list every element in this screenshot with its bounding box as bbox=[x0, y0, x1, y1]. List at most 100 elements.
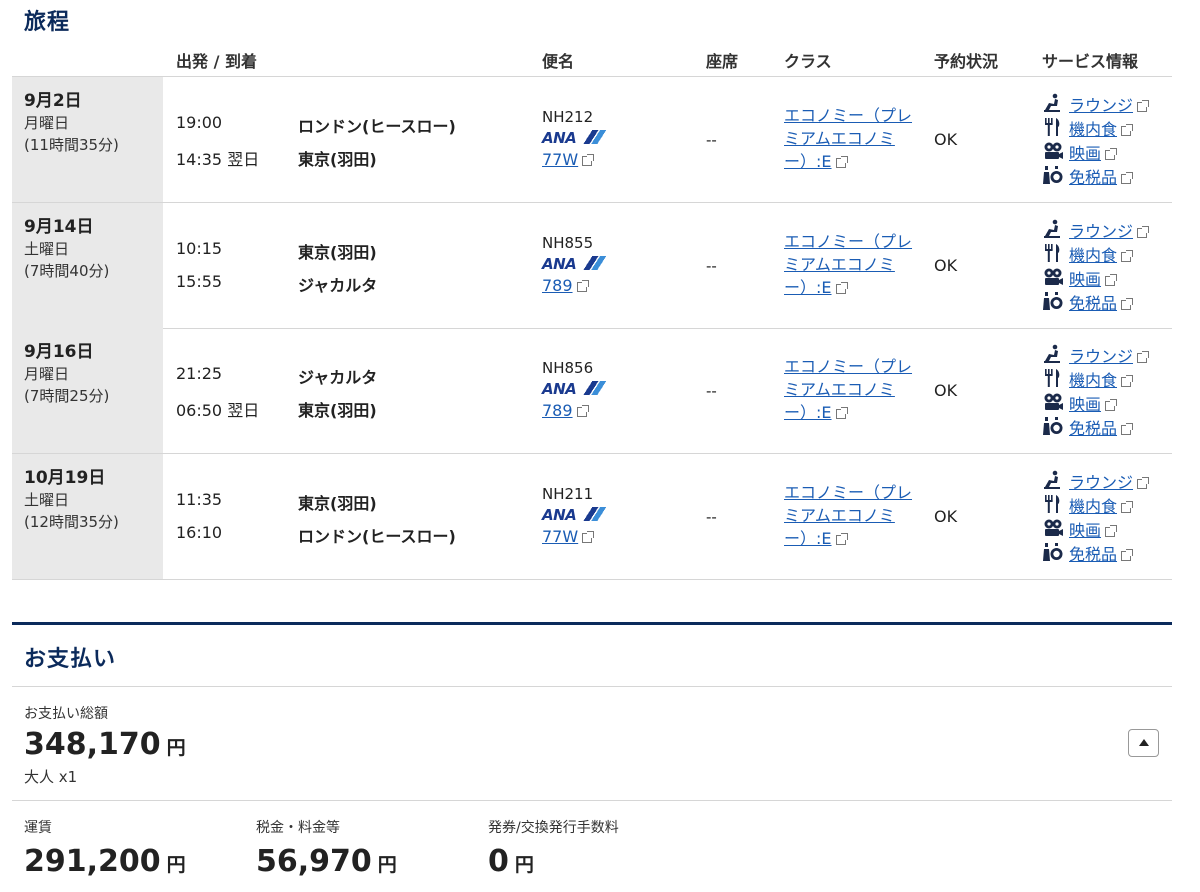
aircraft-type[interactable]: 77W bbox=[542, 150, 578, 169]
class-line-1[interactable]: エコノミー（プレ bbox=[784, 230, 912, 253]
class-line-3[interactable]: ー）:E bbox=[784, 152, 832, 171]
seat-value: -- bbox=[706, 508, 717, 526]
flight-number: NH855 bbox=[542, 234, 594, 252]
aircraft-type[interactable]: 77W bbox=[542, 527, 578, 546]
service-link[interactable]: 免税品 bbox=[1069, 294, 1117, 313]
class-line-1[interactable]: エコノミー（プレ bbox=[784, 104, 912, 127]
service-item[interactable]: ラウンジ bbox=[1042, 343, 1150, 367]
class-link[interactable]: エコノミー（プレ ミアムエコノミー）:E bbox=[784, 230, 934, 299]
external-link-icon bbox=[1121, 549, 1134, 561]
class-line-2[interactable]: ミアムエコノミ bbox=[784, 504, 895, 527]
service-link[interactable]: 免税品 bbox=[1069, 545, 1117, 564]
service-link[interactable]: 映画 bbox=[1069, 270, 1101, 289]
service-item[interactable]: 機内食 bbox=[1042, 242, 1147, 266]
service-link[interactable]: 映画 bbox=[1069, 521, 1101, 540]
service-item[interactable]: 免税品 bbox=[1042, 415, 1147, 439]
external-link-icon bbox=[1105, 274, 1118, 286]
service-link[interactable]: ラウンジ bbox=[1069, 222, 1133, 241]
meal-icon bbox=[1042, 494, 1064, 514]
service-item[interactable]: ラウンジ bbox=[1042, 218, 1150, 242]
fee-currency: 円 bbox=[514, 854, 534, 876]
departure-time: 19:00 bbox=[176, 113, 223, 132]
class-line-3[interactable]: ー）:E bbox=[784, 278, 832, 297]
external-link-icon bbox=[835, 156, 848, 168]
lounge-icon bbox=[1042, 93, 1064, 113]
service-item[interactable]: ラウンジ bbox=[1042, 469, 1150, 493]
header-service: サービス情報 bbox=[1042, 52, 1139, 71]
flight-weekday: 月曜日 bbox=[24, 114, 70, 132]
external-link-icon bbox=[1121, 172, 1134, 184]
service-link[interactable]: 映画 bbox=[1069, 144, 1101, 163]
date-cell: 9月14日 土曜日 (7時間40分) bbox=[12, 203, 163, 328]
class-line-3-wrap[interactable]: ー）:E bbox=[784, 401, 848, 424]
service-item[interactable]: 機内食 bbox=[1042, 367, 1147, 391]
service-item[interactable]: 映画 bbox=[1042, 517, 1147, 541]
flight-duration: (11時間35分) bbox=[24, 136, 119, 154]
movie-icon bbox=[1042, 518, 1064, 538]
movie-icon bbox=[1042, 141, 1064, 161]
fee-label: 発券/交換発行手数料 bbox=[488, 820, 619, 836]
external-link-icon bbox=[1121, 423, 1134, 435]
service-item[interactable]: 映画 bbox=[1042, 391, 1147, 415]
class-link[interactable]: エコノミー（プレ ミアムエコノミー）:E bbox=[784, 104, 934, 173]
movie-icon bbox=[1042, 392, 1064, 412]
class-line-3[interactable]: ー）:E bbox=[784, 403, 832, 422]
service-item[interactable]: 映画 bbox=[1042, 266, 1147, 290]
passenger-count: 大人 x1 bbox=[24, 768, 78, 786]
service-link[interactable]: 機内食 bbox=[1069, 371, 1117, 390]
service-link[interactable]: 機内食 bbox=[1069, 497, 1117, 516]
booking-status: OK bbox=[934, 130, 958, 149]
external-link-icon bbox=[582, 154, 595, 166]
aircraft-link[interactable]: 77W bbox=[542, 527, 595, 546]
class-line-2[interactable]: ミアムエコノミ bbox=[784, 378, 895, 401]
aircraft-type[interactable]: 789 bbox=[542, 276, 573, 295]
service-link[interactable]: 機内食 bbox=[1069, 246, 1117, 265]
service-item[interactable]: 免税品 bbox=[1042, 290, 1147, 314]
service-link[interactable]: 免税品 bbox=[1069, 419, 1117, 438]
meal-icon bbox=[1042, 117, 1064, 137]
service-link[interactable]: 免税品 bbox=[1069, 168, 1117, 187]
class-line-3-wrap[interactable]: ー）:E bbox=[784, 527, 848, 550]
aircraft-link[interactable]: 789 bbox=[542, 276, 589, 295]
external-link-icon bbox=[1121, 124, 1134, 136]
table-row: 10月19日 土曜日 (12時間35分) 11:35 東京(羽田) 16:10 ロンドン(ヒ… bbox=[12, 454, 1172, 579]
service-link[interactable]: 映画 bbox=[1069, 395, 1101, 414]
class-line-3[interactable]: ー）:E bbox=[784, 529, 832, 548]
class-line-3-wrap[interactable]: ー）:E bbox=[784, 276, 848, 299]
service-link[interactable]: ラウンジ bbox=[1069, 347, 1133, 366]
service-link[interactable]: 機内食 bbox=[1069, 120, 1117, 139]
class-line-2[interactable]: ミアムエコノミ bbox=[784, 127, 895, 150]
service-item[interactable]: ラウンジ bbox=[1042, 92, 1150, 116]
fare-currency: 円 bbox=[166, 854, 186, 876]
service-item[interactable]: 機内食 bbox=[1042, 493, 1147, 517]
collapse-toggle-button[interactable] bbox=[1128, 729, 1159, 757]
breakdown-rule bbox=[12, 800, 1172, 801]
departure-city: 東京(羽田) bbox=[298, 494, 377, 513]
meal-icon bbox=[1042, 368, 1064, 388]
class-line-1[interactable]: エコノミー（プレ bbox=[784, 481, 912, 504]
class-line-2[interactable]: ミアムエコノミ bbox=[784, 253, 895, 276]
total-amount-value: 348,170 bbox=[24, 727, 161, 762]
class-link[interactable]: エコノミー（プレ ミアムエコノミー）:E bbox=[784, 481, 934, 550]
service-item[interactable]: 映画 bbox=[1042, 140, 1147, 164]
departure-city: 東京(羽田) bbox=[298, 243, 377, 262]
tax-label: 税金・料金等 bbox=[256, 820, 340, 836]
seat-value: -- bbox=[706, 382, 717, 400]
service-item[interactable]: 免税品 bbox=[1042, 164, 1147, 188]
class-line-3-wrap[interactable]: ー）:E bbox=[784, 150, 848, 173]
service-link[interactable]: ラウンジ bbox=[1069, 473, 1133, 492]
class-link[interactable]: エコノミー（プレ ミアムエコノミー）:E bbox=[784, 355, 934, 424]
aircraft-link[interactable]: 789 bbox=[542, 401, 589, 420]
total-currency: 円 bbox=[166, 737, 186, 759]
aircraft-type[interactable]: 789 bbox=[542, 401, 573, 420]
flight-number: NH856 bbox=[542, 359, 594, 377]
arrival-city: ジャカルタ bbox=[298, 276, 378, 295]
service-item[interactable]: 免税品 bbox=[1042, 541, 1147, 565]
external-link-icon bbox=[1137, 351, 1150, 363]
booking-status: OK bbox=[934, 507, 958, 526]
meal-icon bbox=[1042, 243, 1064, 263]
aircraft-link[interactable]: 77W bbox=[542, 150, 595, 169]
class-line-1[interactable]: エコノミー（プレ bbox=[784, 355, 912, 378]
service-item[interactable]: 機内食 bbox=[1042, 116, 1147, 140]
service-link[interactable]: ラウンジ bbox=[1069, 96, 1133, 115]
